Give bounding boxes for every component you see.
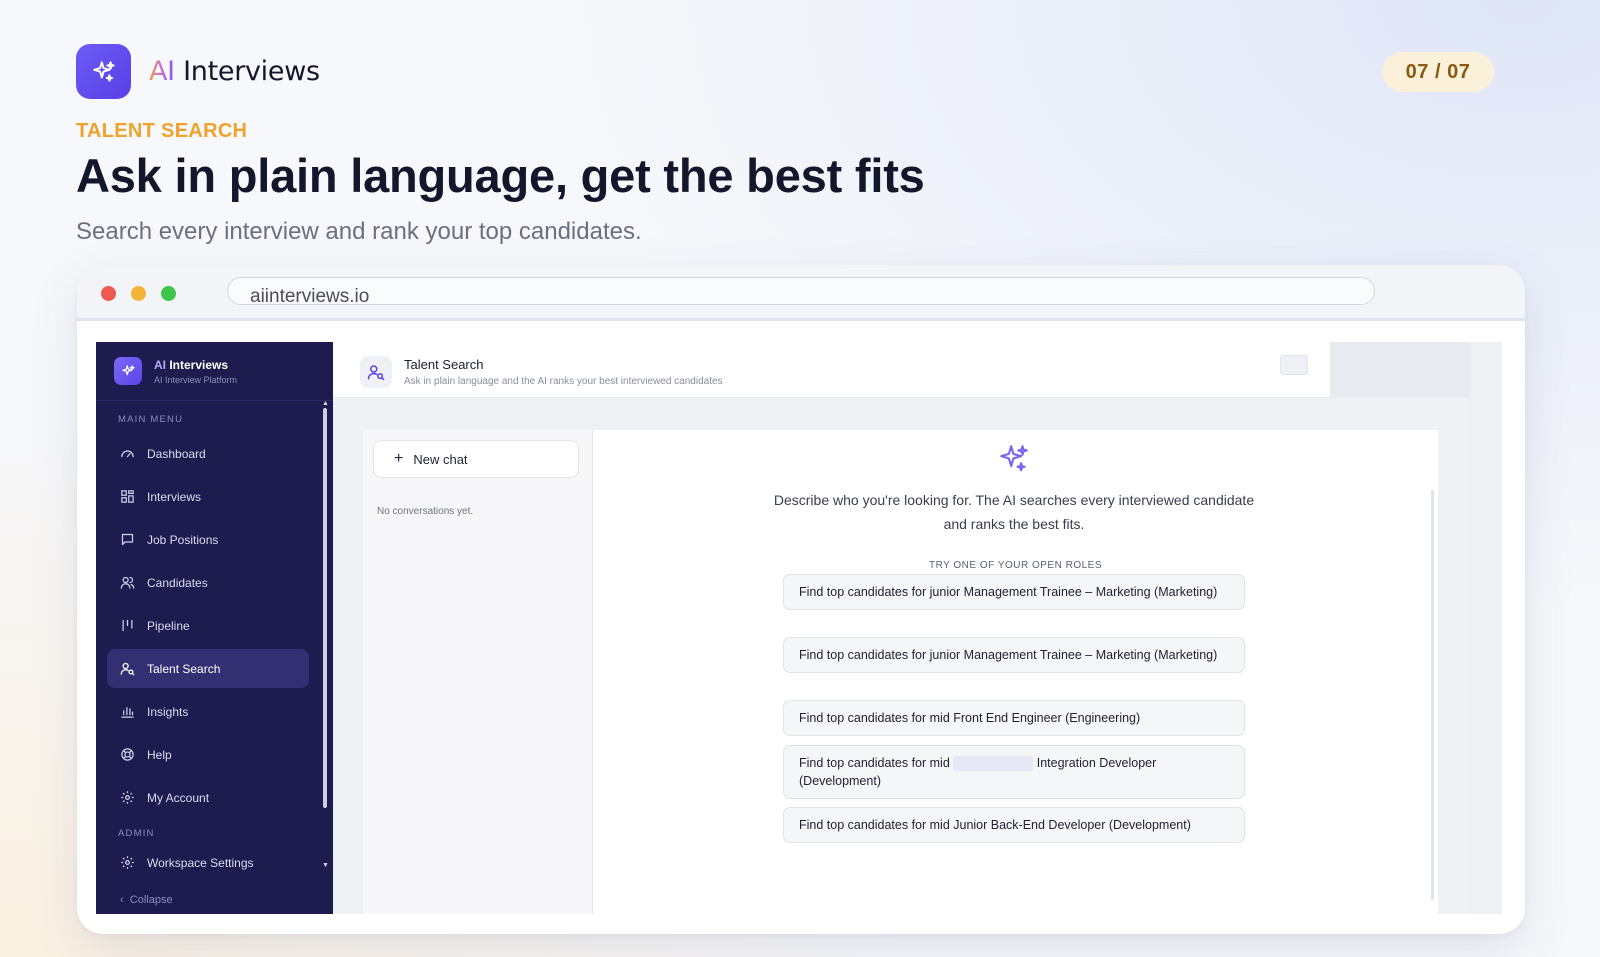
user-search-icon	[119, 661, 135, 677]
suggestion-chip[interactable]: Find top candidates for mid Integration …	[783, 745, 1245, 799]
browser-toolbar: aiinterviews.io	[77, 265, 1525, 321]
lifebuoy-icon	[119, 747, 135, 763]
sidebar-item-pipeline[interactable]: Pipeline	[107, 606, 309, 645]
page-topbar: Talent Search Ask in plain language and …	[333, 342, 1330, 398]
page-title: Talent Search	[404, 357, 484, 372]
topbar-spacer	[1330, 342, 1470, 398]
sidebar-item-candidates[interactable]: Candidates	[107, 563, 309, 602]
gear-icon	[119, 790, 135, 806]
gear-icon	[119, 855, 135, 871]
user-search-icon	[360, 356, 392, 388]
suggestions-label: TRY ONE OF YOUR OPEN ROLES	[928, 560, 1103, 571]
suggestion-chip[interactable]: Find top candidates for junior Managemen…	[783, 637, 1245, 673]
app-viewport: AI Interviews AI Interview Platform MAIN…	[96, 342, 1502, 914]
new-chat-button[interactable]: + New chat	[373, 440, 579, 478]
users-icon	[119, 575, 135, 591]
sidebar-item-job-positions[interactable]: Job Positions	[107, 520, 309, 559]
collapse-sidebar-button[interactable]: ‹ Collapse	[120, 894, 173, 906]
sidebar-item-help[interactable]: Help	[107, 735, 309, 774]
sparkle-icon	[997, 442, 1031, 481]
suggestion-chip[interactable]: Find top candidates for mid Junior Back-…	[783, 807, 1245, 843]
sparkle-logo-icon	[76, 44, 131, 99]
pipeline-icon	[119, 618, 135, 634]
sidebar-item-dashboard[interactable]: Dashboard	[107, 434, 309, 473]
scroll-down-icon[interactable]: ▼	[322, 862, 329, 869]
redacted-text	[953, 756, 1034, 772]
chevron-left-icon: ‹	[120, 894, 124, 906]
bar-chart-icon	[119, 704, 135, 720]
chat-panel: Describe who you're looking for. The AI …	[593, 430, 1438, 914]
chat-intro-text: Describe who you're looking for. The AI …	[773, 492, 1255, 532]
page-subhead: Search every interview and rank your top…	[76, 218, 642, 245]
sidebar-scrollbar[interactable]	[323, 408, 327, 808]
sidebar: AI Interviews AI Interview Platform MAIN…	[96, 342, 333, 914]
suggestion-chip[interactable]: Find top candidates for mid Front End En…	[783, 700, 1245, 736]
empty-conversations-text: No conversations yet.	[377, 506, 474, 517]
sidebar-item-interviews[interactable]: Interviews	[107, 477, 309, 516]
page-subtitle: Ask in plain language and the AI ranks y…	[404, 376, 723, 387]
plus-icon: +	[394, 450, 404, 467]
admin-label: ADMIN	[118, 828, 155, 839]
sidebar-item-talent-search[interactable]: Talent Search	[107, 649, 309, 688]
conversation-list: + New chat No conversations yet.	[363, 430, 593, 914]
sidebar-brand-title: AI Interviews	[154, 357, 229, 372]
brand-name: AI Interviews	[149, 56, 320, 87]
maximize-window-button[interactable]	[161, 286, 176, 301]
talent-search-area: + New chat No conversations yet. Describ…	[333, 398, 1470, 914]
sidebar-item-insights[interactable]: Insights	[107, 692, 309, 731]
address-bar[interactable]: aiinterviews.io	[227, 277, 1375, 305]
chat-scrollbar[interactable]	[1431, 490, 1434, 900]
sidebar-brand-subtitle: AI Interview Platform	[154, 374, 238, 385]
suggestion-chip[interactable]: Find top candidates for junior Managemen…	[783, 574, 1245, 610]
brand: AI Interviews	[76, 44, 320, 99]
sidebar-item-workspace-settings[interactable]: Workspace Settings	[107, 843, 309, 882]
scroll-up-icon[interactable]: ▲	[322, 400, 329, 407]
browser-window: aiinterviews.io AI Interviews AI Intervi…	[77, 265, 1525, 934]
avatar[interactable]	[1280, 355, 1308, 375]
gauge-icon	[119, 446, 135, 462]
minimize-window-button[interactable]	[131, 286, 146, 301]
page-counter-badge: 07 / 07	[1382, 52, 1494, 92]
main-menu-label: MAIN MENU	[118, 414, 184, 425]
sparkle-logo-icon	[114, 357, 142, 385]
close-window-button[interactable]	[101, 286, 116, 301]
sidebar-item-my-account[interactable]: My Account	[107, 778, 309, 817]
page-headline: Ask in plain language, get the best fits	[76, 149, 925, 202]
message-square-icon	[119, 532, 135, 548]
sidebar-brand: AI Interviews AI Interview Platform	[96, 342, 333, 401]
grid-icon	[119, 489, 135, 505]
section-eyebrow: TALENT SEARCH	[76, 120, 248, 142]
